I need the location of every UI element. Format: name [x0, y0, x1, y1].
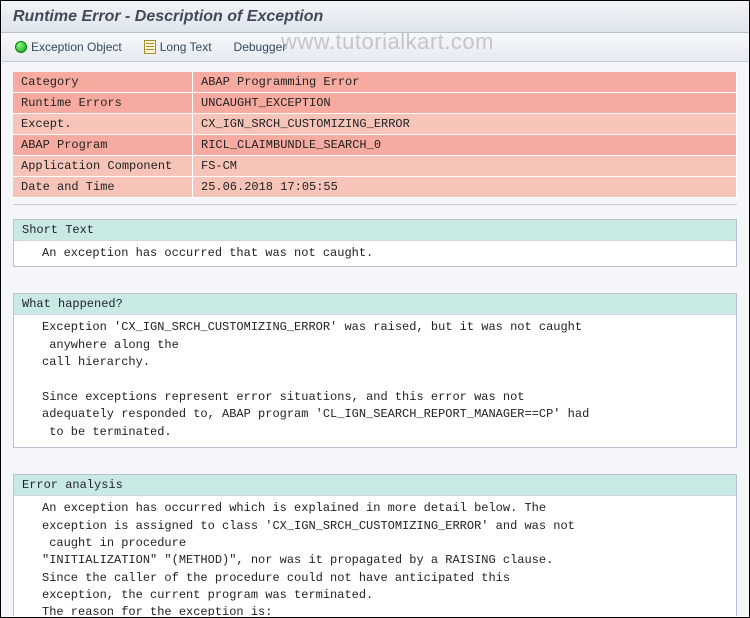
error-analysis-panel: Error analysis An exception has occurred… [13, 474, 737, 616]
long-text-button[interactable]: Long Text [140, 38, 216, 56]
what-happened-panel: What happened? Exception 'CX_IGN_SRCH_CU… [13, 293, 737, 448]
short-text-panel: Short Text An exception has occurred tha… [13, 219, 737, 267]
info-label: Application Component [13, 156, 193, 177]
info-label: Except. [13, 114, 193, 135]
info-value: ABAP Programming Error [193, 72, 737, 93]
info-value: CX_IGN_SRCH_CUSTOMIZING_ERROR [193, 114, 737, 135]
short-text-body: An exception has occurred that was not c… [14, 241, 736, 266]
what-happened-header: What happened? [14, 294, 736, 315]
error-analysis-body: An exception has occurred which is expla… [14, 496, 736, 616]
info-label: Date and Time [13, 177, 193, 198]
page-title: Runtime Error - Description of Exception [13, 8, 737, 26]
divider [13, 204, 737, 205]
error-analysis-header: Error analysis [14, 475, 736, 496]
toolbar: Exception Object Long Text Debugger [1, 33, 749, 62]
exception-object-label: Exception Object [31, 40, 122, 54]
long-text-label: Long Text [160, 40, 212, 54]
info-value: RICL_CLAIMBUNDLE_SEARCH_0 [193, 135, 737, 156]
status-ok-icon [15, 41, 27, 53]
info-value: UNCAUGHT_EXCEPTION [193, 93, 737, 114]
what-happened-body: Exception 'CX_IGN_SRCH_CUSTOMIZING_ERROR… [14, 315, 736, 447]
info-value: 25.06.2018 17:05:55 [193, 177, 737, 198]
info-label: ABAP Program [13, 135, 193, 156]
debugger-label: Debugger [234, 40, 287, 54]
document-icon [144, 40, 156, 54]
debugger-button[interactable]: Debugger [230, 38, 291, 56]
exception-object-button[interactable]: Exception Object [11, 38, 126, 56]
info-value: FS-CM [193, 156, 737, 177]
info-label: Runtime Errors [13, 93, 193, 114]
content-area: CategoryABAP Programming ErrorRuntime Er… [1, 62, 749, 616]
short-text-header: Short Text [14, 220, 736, 241]
info-label: Category [13, 72, 193, 93]
info-table: CategoryABAP Programming ErrorRuntime Er… [13, 72, 737, 198]
titlebar: Runtime Error - Description of Exception [1, 1, 749, 33]
